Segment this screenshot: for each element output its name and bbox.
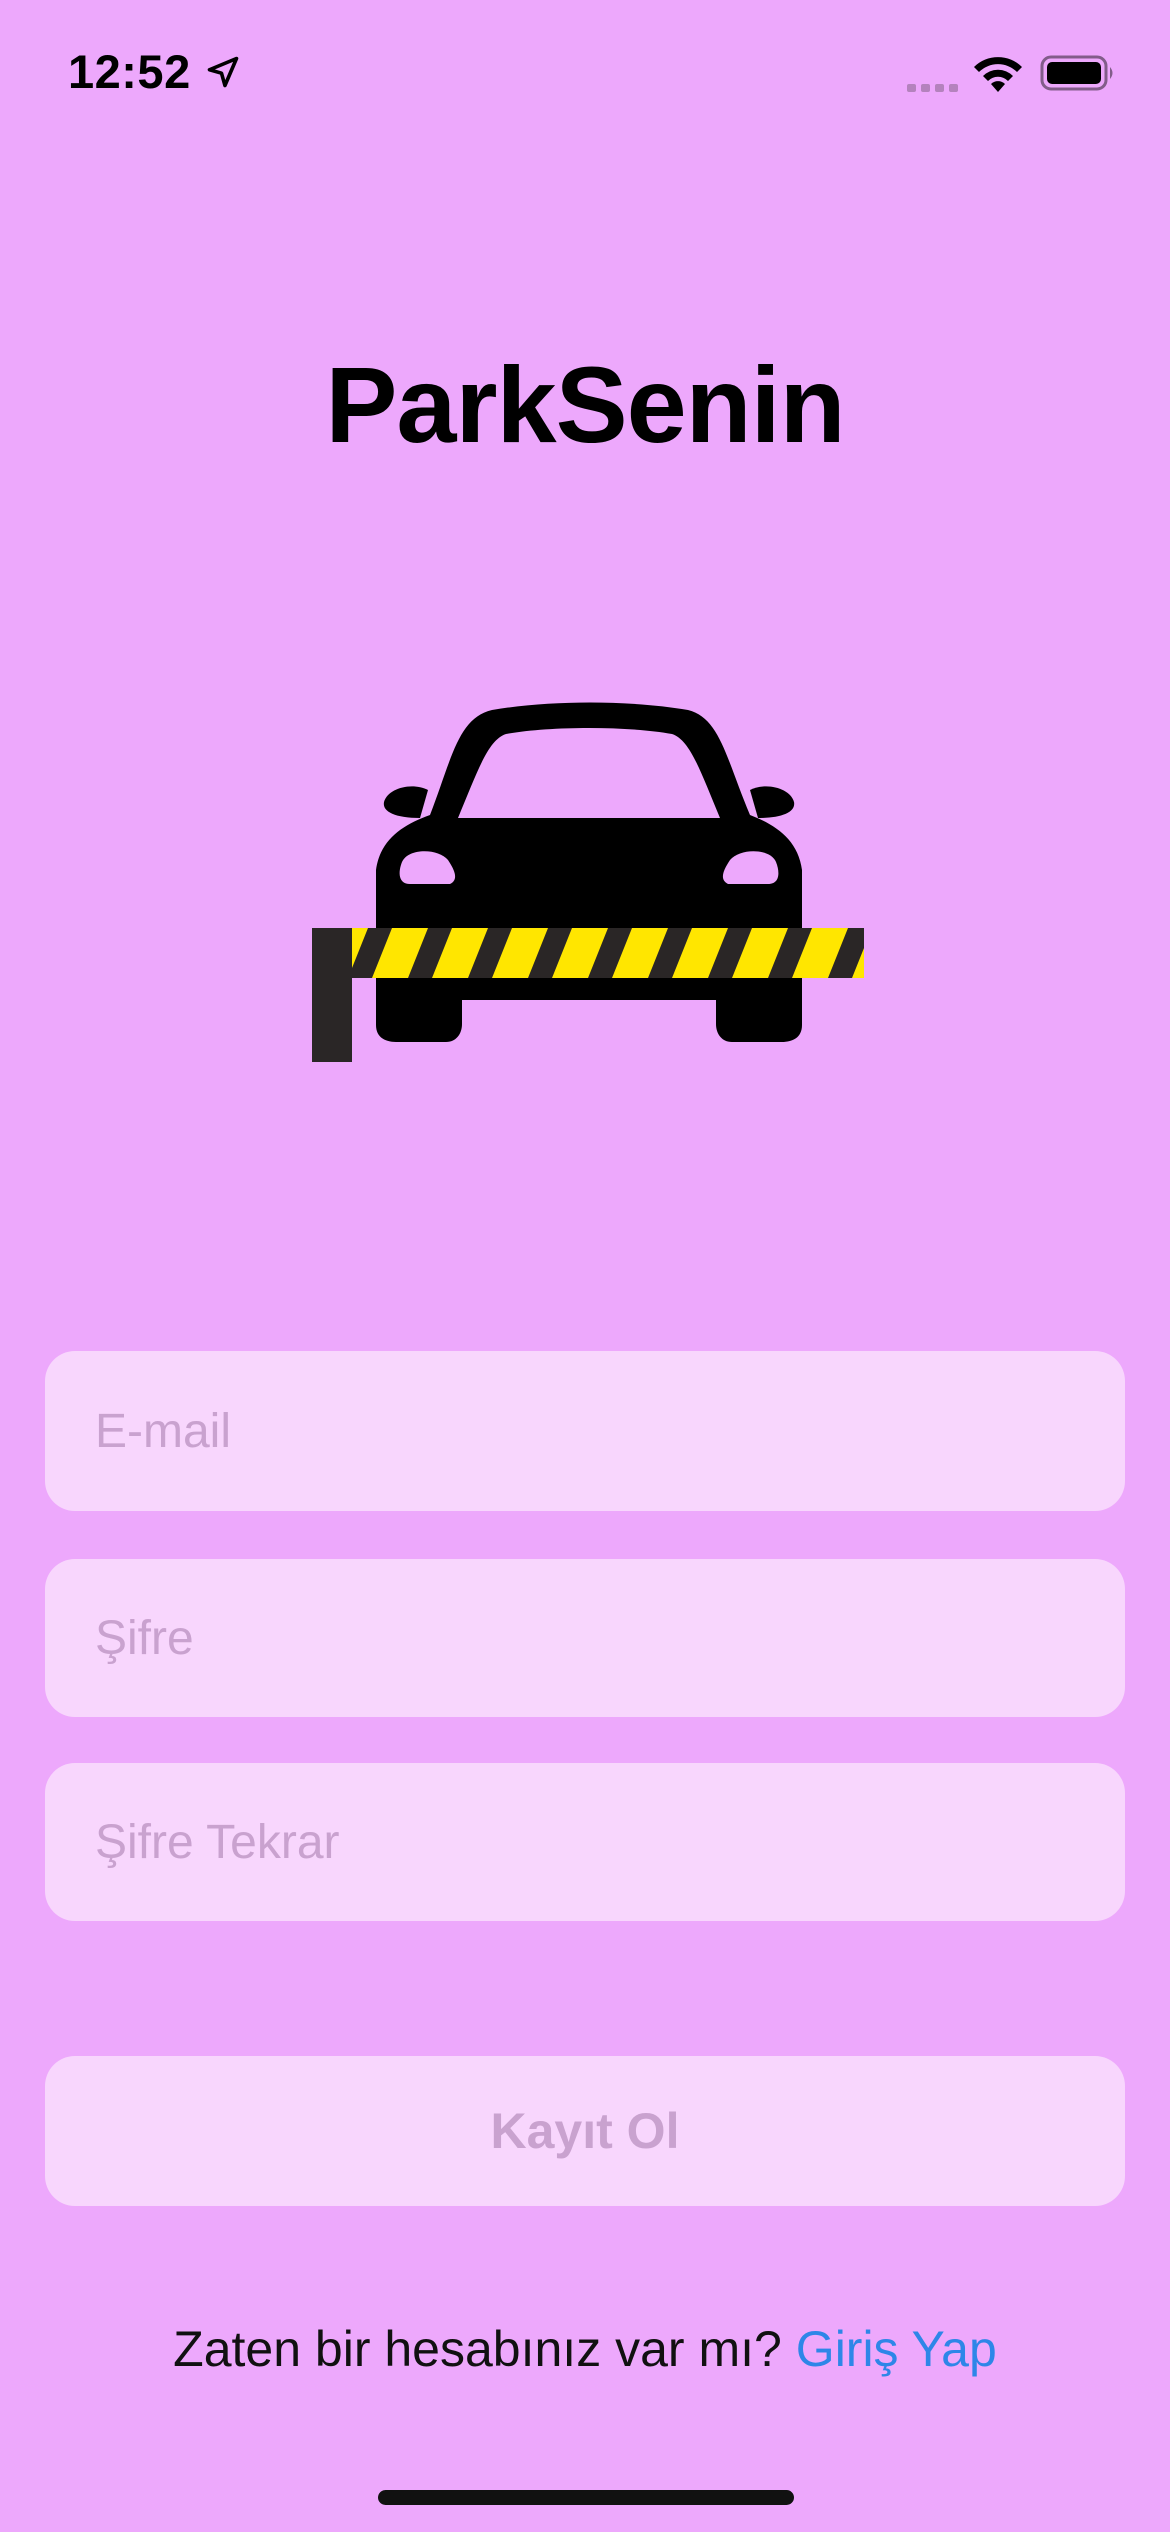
cellular-signal-icon bbox=[907, 84, 958, 92]
register-button[interactable]: Kayıt Ol bbox=[45, 2056, 1125, 2206]
password-repeat-field[interactable] bbox=[45, 1763, 1125, 1921]
login-prompt: Zaten bir hesabınız var mı? Giriş Yap bbox=[0, 2320, 1170, 2378]
password-field[interactable] bbox=[45, 1559, 1125, 1717]
login-prompt-text: Zaten bir hesabınız var mı? bbox=[173, 2321, 782, 2377]
home-indicator[interactable] bbox=[378, 2490, 794, 2505]
login-link[interactable]: Giriş Yap bbox=[796, 2321, 997, 2377]
register-button-label: Kayıt Ol bbox=[490, 2103, 680, 2159]
status-bar: 12:52 bbox=[0, 0, 1170, 150]
status-time: 12:52 bbox=[68, 45, 191, 98]
car-barrier-icon bbox=[312, 702, 864, 1062]
app-title: ParkSenin bbox=[325, 344, 845, 465]
location-arrow-icon bbox=[207, 56, 239, 88]
wifi-icon bbox=[974, 57, 1022, 92]
email-field[interactable] bbox=[45, 1351, 1125, 1511]
battery-icon bbox=[1040, 55, 1113, 91]
